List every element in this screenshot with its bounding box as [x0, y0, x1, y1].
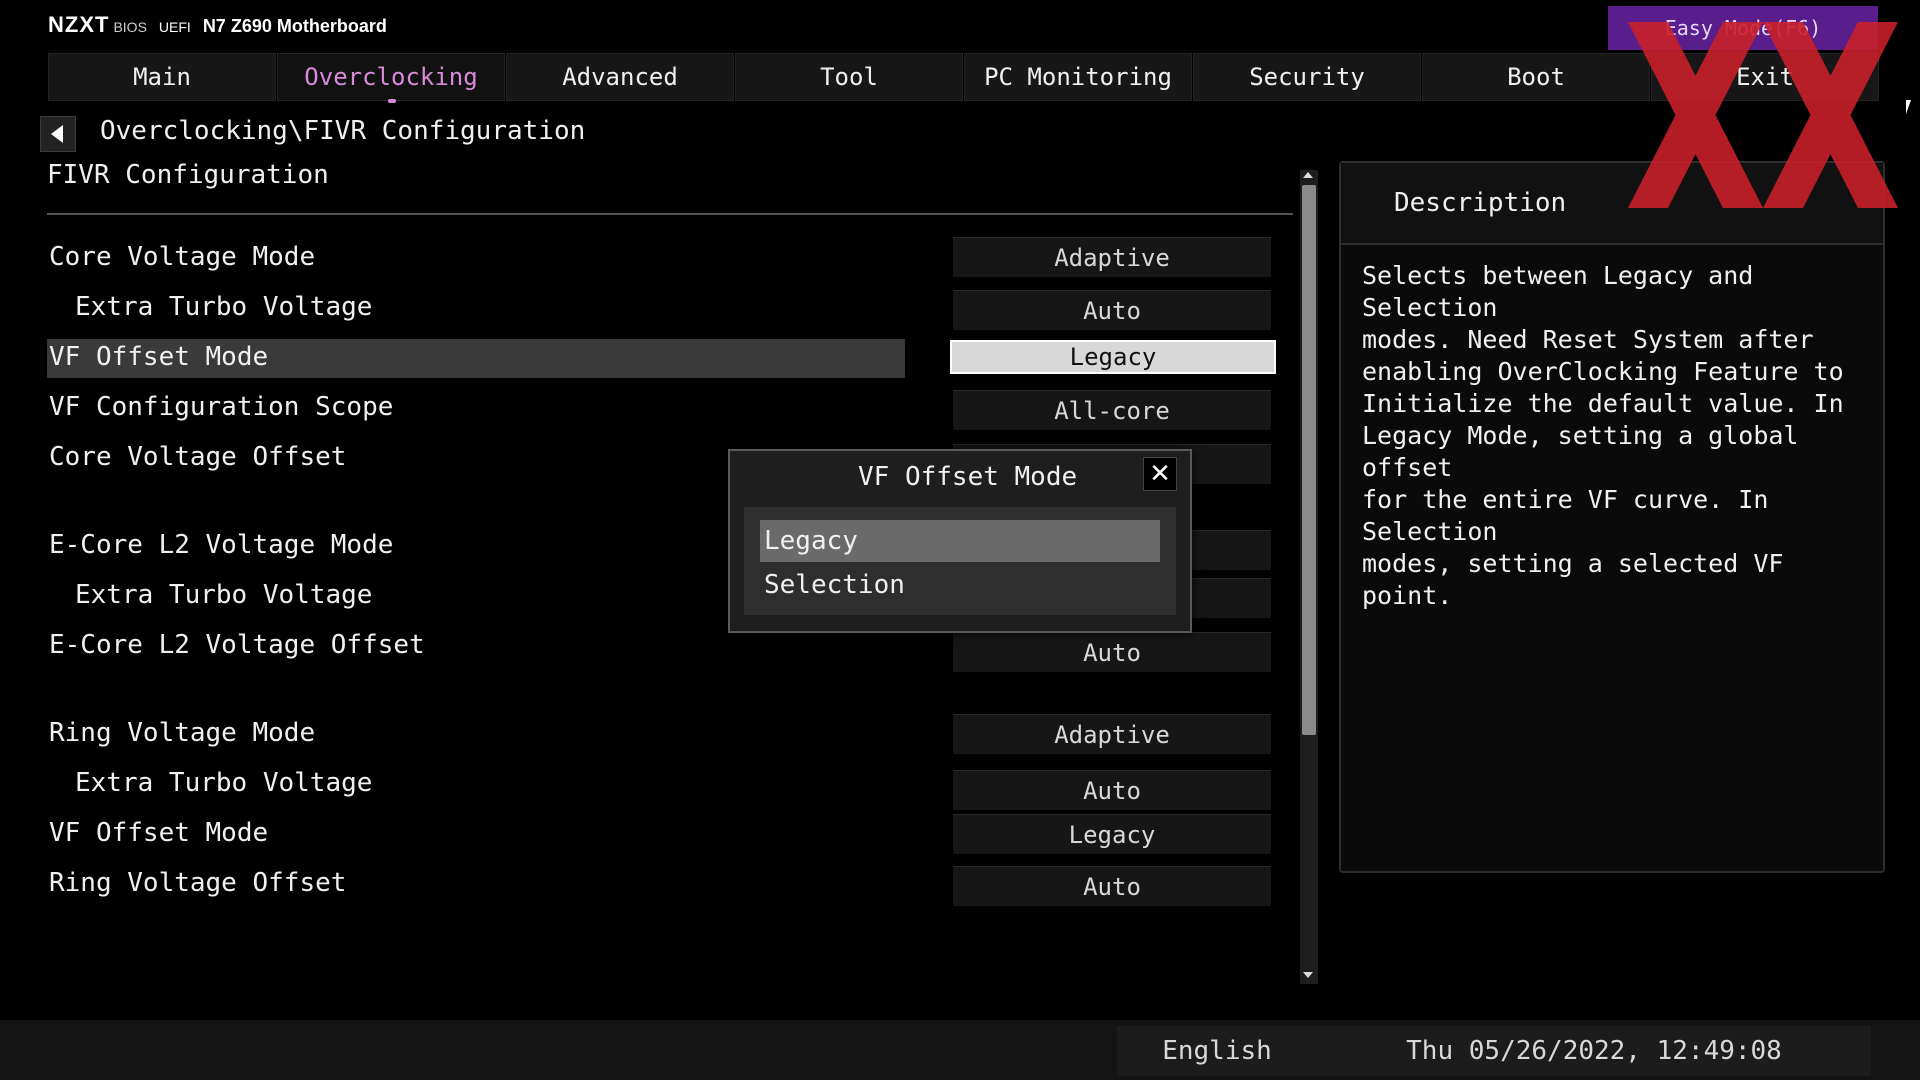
brand-header: NZXT BIOS UEFI N7 Z690 Motherboard [48, 12, 387, 40]
setting-label[interactable]: VF Configuration Scope [49, 392, 393, 422]
description-text: Selects between Legacy and Selection mod… [1362, 261, 1844, 610]
description-title: Description [1394, 188, 1567, 218]
setting-value[interactable]: Auto [953, 866, 1271, 906]
setting-label[interactable]: VF Offset Mode [49, 342, 268, 372]
option-legacy[interactable]: Legacy [760, 520, 1160, 562]
tab-pc-monitoring[interactable]: PC Monitoring [964, 53, 1192, 101]
setting-label[interactable]: Core Voltage Mode [49, 242, 315, 272]
active-tab-indicator [388, 99, 396, 103]
section-title: FIVR Configuration [47, 160, 329, 190]
scrollbar-thumb[interactable] [1302, 185, 1316, 735]
setting-label[interactable]: E-Core L2 Voltage Offset [49, 630, 425, 660]
tab-boot[interactable]: Boot [1422, 53, 1650, 101]
language-selector[interactable]: English [1117, 1026, 1317, 1076]
setting-label[interactable]: Extra Turbo Voltage [75, 768, 372, 798]
setting-value[interactable]: Adaptive [953, 237, 1271, 277]
setting-value-selected[interactable]: Legacy [950, 340, 1276, 374]
dialog-title: VF Offset Mode [858, 462, 1078, 492]
setting-label[interactable]: VF Offset Mode [49, 818, 268, 848]
back-arrow-icon [50, 125, 63, 143]
nzxt-logo: NZXT [48, 12, 110, 37]
model-name: N7 Z690 Motherboard [202, 16, 387, 36]
setting-value[interactable]: Auto [953, 770, 1271, 810]
setting-label[interactable]: Ring Voltage Mode [49, 718, 315, 748]
main-tabs: Main Overclocking Advanced Tool PC Monit… [48, 53, 1880, 103]
back-button[interactable] [40, 116, 76, 152]
tab-overclocking[interactable]: Overclocking [277, 53, 505, 101]
setting-label[interactable]: Ring Voltage Offset [49, 868, 346, 898]
setting-value[interactable]: Adaptive [953, 714, 1271, 754]
mouse-cursor-icon [1906, 100, 1911, 114]
setting-label[interactable]: Extra Turbo Voltage [75, 292, 372, 322]
breadcrumb: Overclocking\FIVR Configuration [100, 116, 586, 146]
setting-value[interactable]: Legacy [953, 814, 1271, 854]
setting-label[interactable]: Extra Turbo Voltage [75, 580, 372, 610]
tab-advanced[interactable]: Advanced [506, 53, 734, 101]
setting-label[interactable]: E-Core L2 Voltage Mode [49, 530, 393, 560]
tab-main[interactable]: Main [48, 53, 276, 101]
section-divider [47, 213, 1293, 215]
option-selection[interactable]: Selection [760, 564, 1160, 606]
tab-security[interactable]: Security [1193, 53, 1421, 101]
uefi-label: UEFI [158, 19, 191, 35]
bios-label: BIOS [113, 19, 147, 35]
setting-value[interactable]: Auto [953, 290, 1271, 330]
scroll-up-icon[interactable] [1303, 172, 1313, 178]
setting-label[interactable]: Core Voltage Offset [49, 442, 346, 472]
date-time[interactable]: Thu 05/26/2022, 12:49:08 [1317, 1026, 1871, 1076]
tab-tool[interactable]: Tool [735, 53, 963, 101]
setting-value[interactable]: Auto [953, 632, 1271, 672]
watermark-logo [1628, 22, 1898, 208]
setting-value[interactable]: All-core [953, 390, 1271, 430]
close-icon[interactable]: ✕ [1143, 457, 1177, 491]
scroll-down-icon[interactable] [1303, 972, 1313, 978]
